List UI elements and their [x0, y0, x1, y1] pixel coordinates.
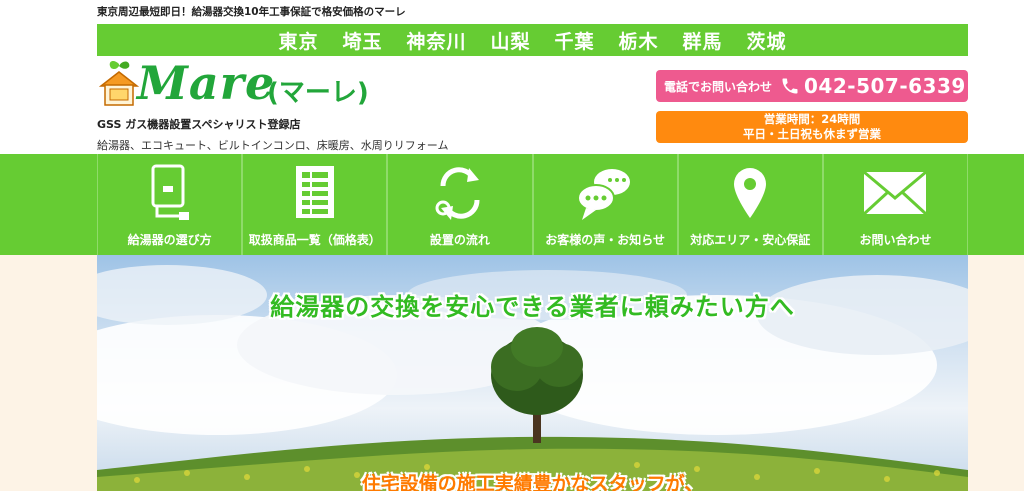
area-link-chiba[interactable]: 千葉: [555, 27, 595, 54]
hero-banner: 給湯器の交換を安心できる業者に頼みたい方へ 住宅設備の施工実績豊かなスタッフが、: [97, 255, 968, 491]
phone-contact-button[interactable]: 電話でお問い合わせ 042-507-6339: [656, 70, 968, 102]
page-background-right: [967, 255, 1024, 491]
area-nav: 東京 埼玉 神奈川 山梨 千葉 栃木 群馬 茨城: [97, 24, 968, 56]
hero-headline: 給湯器の交換を安心できる業者に頼みたい方へ: [270, 293, 795, 321]
phone-label: 電話でお問い合わせ: [664, 79, 773, 94]
services-text: 給湯器、エコキュート、ビルトインコンロ、床暖房、水周りリフォーム: [97, 139, 449, 152]
map-pin-icon: [734, 168, 767, 218]
site-logo[interactable]: Mare (マーレ): [97, 56, 417, 118]
area-link-gunma[interactable]: 群馬: [683, 27, 723, 54]
site-tagline: 東京周辺最短即日！給湯器交換10年工事保証で格安価格のマーレ: [97, 6, 406, 18]
phone-number: 042-507-6339: [804, 74, 966, 98]
menu-label: 対応エリア・安心保証: [690, 233, 811, 247]
menu-item-price-list[interactable]: 取扱商品一覧（価格表）: [242, 154, 388, 255]
page-background-left: [0, 255, 97, 491]
area-link-yamanashi[interactable]: 山梨: [490, 27, 530, 54]
menu-label: お問い合わせ: [859, 233, 932, 247]
menu-item-customer-voices[interactable]: お客様の声・お知らせ: [532, 154, 678, 255]
phone-icon: [782, 78, 798, 94]
menu-item-installation-flow[interactable]: 設置の流れ: [387, 154, 533, 255]
logo-wordmark: Mare: [137, 56, 276, 110]
cycle-arrows-icon: [435, 167, 480, 220]
speech-bubbles-icon: [577, 169, 631, 220]
main-menu: 給湯器の選び方 取扱商品一覧（価格表） 設置の流れ お客様の声・お知らせ 対応エ…: [0, 154, 1024, 255]
hours-line-2: 平日・土日祝も休まず営業: [743, 127, 881, 141]
menu-label: 取扱商品一覧（価格表）: [248, 233, 381, 247]
water-heater-icon: [151, 164, 189, 220]
business-hours-box: 営業時間：24時間 平日・土日祝も休まず営業: [656, 111, 968, 143]
menu-label: 設置の流れ: [429, 233, 490, 247]
menu-label: お客様の声・お知らせ: [545, 233, 665, 247]
envelope-icon: [863, 170, 928, 216]
area-link-ibaraki[interactable]: 茨城: [747, 27, 787, 54]
area-link-tochigi[interactable]: 栃木: [619, 27, 659, 54]
logo-kana: (マーレ): [267, 78, 369, 108]
house-logo-icon: [99, 61, 139, 106]
menu-label: 給湯器の選び方: [127, 233, 212, 247]
price-list-icon: [295, 166, 334, 218]
area-link-kanagawa[interactable]: 神奈川: [406, 27, 466, 54]
area-link-saitama[interactable]: 埼玉: [342, 27, 382, 54]
area-link-tokyo[interactable]: 東京: [278, 27, 318, 54]
hero-subline: 住宅設備の施工実績豊かなスタッフが、: [361, 473, 704, 491]
menu-item-water-heater-guide[interactable]: 給湯器の選び方: [97, 154, 243, 255]
hours-line-1: 営業時間：24時間: [763, 112, 861, 126]
gss-badge-text: GSS ガス機器設置スペシャリスト登録店: [97, 118, 301, 131]
menu-item-service-area[interactable]: 対応エリア・安心保証: [677, 154, 823, 255]
menu-item-contact[interactable]: お問い合わせ: [822, 154, 969, 255]
